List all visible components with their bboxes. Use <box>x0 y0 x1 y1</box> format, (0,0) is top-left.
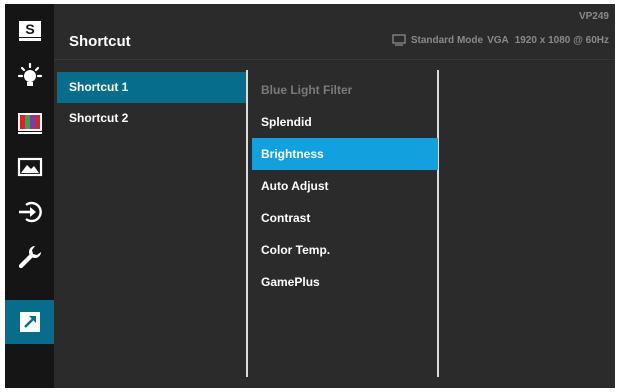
input-select-icon <box>18 201 42 223</box>
list-item-shortcut-2[interactable]: Shortcut 2 <box>57 103 247 134</box>
sidebar-item-shortcut[interactable] <box>5 300 54 344</box>
image-icon <box>17 157 42 177</box>
mode-label: Standard Mode <box>410 34 484 46</box>
resolution-label: 1920 x 1080 @ 60Hz <box>514 34 609 46</box>
splendid-s-icon: S <box>18 21 41 41</box>
function-item-contrast[interactable]: Contrast <box>252 202 438 234</box>
wrench-icon <box>18 245 41 269</box>
function-item-blue-light-filter: Blue Light Filter <box>261 83 353 97</box>
function-list: Blue Light Filter Splendid Brightness Au… <box>252 74 438 298</box>
shortcut-list: Shortcut 1 Shortcut 2 <box>57 72 247 134</box>
sidebar-item-input[interactable] <box>5 190 54 234</box>
color-bars-icon <box>17 113 42 134</box>
function-item-color-temp[interactable]: Color Temp. <box>252 234 438 266</box>
blue-light-icon <box>17 62 42 86</box>
sidebar: S <box>5 4 54 388</box>
model-name: VP249 <box>578 11 609 22</box>
sidebar-item-splendid[interactable]: S <box>5 9 54 53</box>
sidebar-item-image[interactable] <box>5 145 54 189</box>
header: Shortcut VP249 Standard Mode VGA 1920 x … <box>54 4 615 59</box>
monitor-icon <box>392 34 406 46</box>
function-item-auto-adjust[interactable]: Auto Adjust <box>252 170 438 202</box>
page-title: Shortcut <box>69 33 131 50</box>
function-item-gameplus[interactable]: GamePlus <box>252 266 438 298</box>
shortcut-arrow-icon <box>19 312 40 332</box>
sidebar-item-blue-light[interactable] <box>5 55 54 99</box>
sidebar-item-color[interactable] <box>5 101 54 145</box>
function-item-splendid[interactable]: Splendid <box>252 106 438 138</box>
sidebar-item-system-setup[interactable] <box>5 235 54 279</box>
list-item-shortcut-1[interactable]: Shortcut 1 <box>57 72 247 103</box>
header-divider <box>54 59 615 60</box>
status-bar: Standard Mode VGA 1920 x 1080 @ 60Hz <box>392 34 609 46</box>
column-divider-left <box>246 70 248 377</box>
input-label: VGA <box>487 34 509 46</box>
function-item-brightness[interactable]: Brightness <box>252 138 438 170</box>
osd-window: S Shortcut VP249 Standard Mode VGA 1920 … <box>5 4 615 388</box>
svg-text:S: S <box>25 21 34 37</box>
